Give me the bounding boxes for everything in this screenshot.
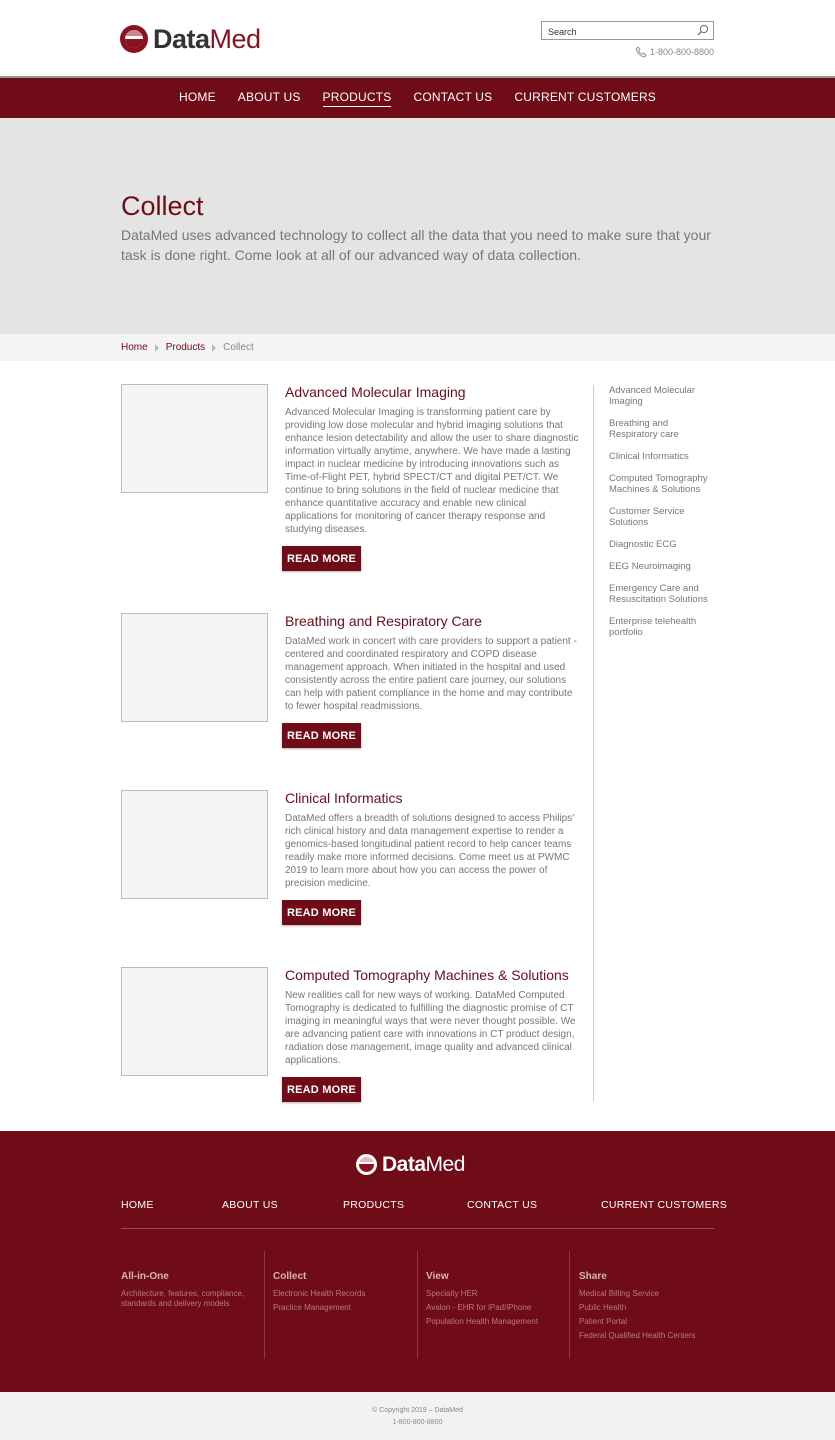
nav-contact-us[interactable]: CONTACT US	[413, 90, 492, 106]
logo-text-light: Med	[209, 24, 262, 54]
footer-link[interactable]: Medical Billing Service	[579, 1289, 729, 1299]
footer-column-share: Share Medical Billing Service Public Hea…	[579, 1251, 729, 1345]
footer-column-all-in-one: All-in-One Architecture, features, compl…	[121, 1251, 256, 1309]
breadcrumb-separator-icon	[154, 343, 159, 352]
site-logo[interactable]: DataMed	[120, 25, 261, 53]
footer-column-title: Share	[579, 1271, 607, 1282]
footer-nav-products[interactable]: PRODUCTS	[343, 1199, 404, 1211]
sidebar-item-customer-service[interactable]: Customer Service Solutions	[609, 506, 719, 528]
footer-column-divider	[264, 1251, 265, 1359]
breadcrumb-separator-icon	[212, 343, 217, 352]
footer-link[interactable]: Patient Portal	[579, 1317, 729, 1327]
article-body: Advanced Molecular Imaging is transformi…	[285, 407, 579, 535]
article-title[interactable]: Computed Tomography Machines & Solutions	[285, 967, 569, 983]
hero-banner: Collect DataMed uses advanced technology…	[0, 118, 835, 334]
article-body: New realities call for new ways of worki…	[285, 990, 576, 1066]
copyright-text: © Copyright 2019 – DataMed	[372, 1407, 463, 1414]
sidebar-item-enterprise-telehealth[interactable]: Enterprise telehealth portfolio	[609, 616, 719, 638]
footer-link[interactable]: Specialty HER	[426, 1289, 576, 1299]
article-card: Computed Tomography Machines & Solutions…	[121, 967, 581, 1107]
search-icon[interactable]	[697, 24, 709, 36]
read-more-button[interactable]: READ MORE	[282, 723, 361, 748]
read-more-button[interactable]: READ MORE	[282, 1077, 361, 1102]
article-title[interactable]: Clinical Informatics	[285, 790, 402, 806]
site-footer: DataMed HOME ABOUT US PRODUCTS CONTACT U…	[0, 1131, 835, 1392]
footer-link[interactable]: Electronic Health Records	[273, 1289, 423, 1299]
breadcrumb-home[interactable]: Home	[121, 342, 148, 353]
sidebar-item-emergency-care[interactable]: Emergency Care and Resuscitation Solutio…	[609, 583, 719, 605]
main-content: Advanced Molecular Imaging Advanced Mole…	[0, 361, 835, 1131]
footer-nav-current-customers[interactable]: CURRENT CUSTOMERS	[601, 1199, 727, 1211]
site-header: DataMed 1-800-800-8800	[0, 0, 835, 76]
footer-nav-contact-us[interactable]: CONTACT US	[467, 1199, 537, 1211]
footer-logo-text-bold: Data	[382, 1153, 426, 1176]
footer-column-description: Architecture, features, compliance, stan…	[121, 1289, 245, 1308]
nav-home[interactable]: HOME	[179, 90, 216, 106]
article-image	[121, 967, 268, 1076]
logo-text-bold: Data	[153, 24, 210, 54]
footer-nav-home[interactable]: HOME	[121, 1199, 154, 1211]
article-card: Advanced Molecular Imaging Advanced Mole…	[121, 384, 581, 574]
footer-column-title: Collect	[273, 1271, 307, 1282]
footer-nav-about-us[interactable]: ABOUT US	[222, 1199, 278, 1211]
product-sidebar: Advanced Molecular Imaging Breathing and…	[609, 385, 719, 649]
datamed-logo-icon	[120, 25, 148, 53]
footer-column-divider	[569, 1251, 570, 1359]
footer-link[interactable]: Practice Management	[273, 1303, 423, 1313]
sidebar-item-breathing-respiratory-care[interactable]: Breathing and Respiratory care	[609, 418, 719, 440]
page-title: Collect	[121, 191, 204, 221]
footer-logo-wordmark: DataMed	[382, 1154, 465, 1175]
phone-icon	[635, 46, 647, 58]
sidebar-item-clinical-informatics[interactable]: Clinical Informatics	[609, 451, 719, 462]
footer-column-divider	[417, 1251, 418, 1359]
footer-link[interactable]: Federal Qualified Health Centers	[579, 1331, 729, 1341]
breadcrumb: Home Products Collect	[0, 334, 835, 361]
main-nav: HOME ABOUT US PRODUCTS CONTACT US CURREN…	[0, 76, 835, 118]
footer-column-title: All-in-One	[121, 1271, 169, 1282]
sidebar-item-computed-tomography[interactable]: Computed Tomography Machines & Solutions	[609, 473, 719, 495]
article-title[interactable]: Breathing and Respiratory Care	[285, 613, 482, 629]
footer-column-view: View Specialty HER Avalon - EHR for iPad…	[426, 1251, 576, 1331]
header-phone: 1-800-800-8800	[635, 46, 714, 58]
hero-description: DataMed uses advanced technology to coll…	[121, 227, 711, 263]
article-body: DataMed work in concert with care provid…	[285, 636, 577, 712]
search-input[interactable]	[542, 23, 692, 41]
article-image	[121, 384, 268, 493]
nav-products[interactable]: PRODUCTS	[322, 90, 392, 107]
nav-current-customers[interactable]: CURRENT CUSTOMERS	[514, 90, 656, 106]
footer-logo[interactable]: DataMed	[356, 1154, 465, 1175]
sidebar-divider	[593, 385, 594, 1102]
article-image	[121, 613, 268, 722]
read-more-button[interactable]: READ MORE	[282, 900, 361, 925]
read-more-button[interactable]: READ MORE	[282, 546, 361, 571]
phone-number: 1-800-800-8800	[649, 47, 714, 57]
article-image	[121, 790, 268, 899]
datamed-logo-icon	[356, 1154, 377, 1175]
footer-divider	[121, 1228, 714, 1229]
breadcrumb-current: Collect	[223, 342, 254, 353]
sidebar-item-diagnostic-ecg[interactable]: Diagnostic ECG	[609, 539, 719, 550]
copyright-phone: 1-800-800-8800	[392, 1419, 443, 1426]
logo-wordmark: DataMed	[153, 25, 261, 53]
footer-link[interactable]: Public Health	[579, 1303, 729, 1313]
sidebar-item-eeg-neuroimaging[interactable]: EEG Neuroimaging	[609, 561, 719, 572]
footer-logo-text-light: Med	[425, 1153, 466, 1176]
nav-about-us[interactable]: ABOUT US	[238, 90, 301, 106]
footer-column-collect: Collect Electronic Health Records Practi…	[273, 1251, 423, 1317]
breadcrumb-products[interactable]: Products	[166, 342, 205, 353]
article-body: DataMed offers a breadth of solutions de…	[285, 813, 575, 889]
article-card: Clinical Informatics DataMed offers a br…	[121, 790, 581, 930]
search-box	[541, 21, 714, 41]
copyright-bar: © Copyright 2019 – DataMed 1-800-800-880…	[0, 1392, 835, 1440]
sidebar-item-advanced-molecular-imaging[interactable]: Advanced Molecular Imaging	[609, 385, 719, 407]
article-title[interactable]: Advanced Molecular Imaging	[285, 384, 466, 400]
footer-link[interactable]: Population Health Management	[426, 1317, 576, 1327]
article-card: Breathing and Respiratory Care DataMed w…	[121, 613, 581, 753]
footer-column-title: View	[426, 1271, 449, 1282]
footer-link[interactable]: Avalon - EHR for iPad/iPhone	[426, 1303, 576, 1313]
